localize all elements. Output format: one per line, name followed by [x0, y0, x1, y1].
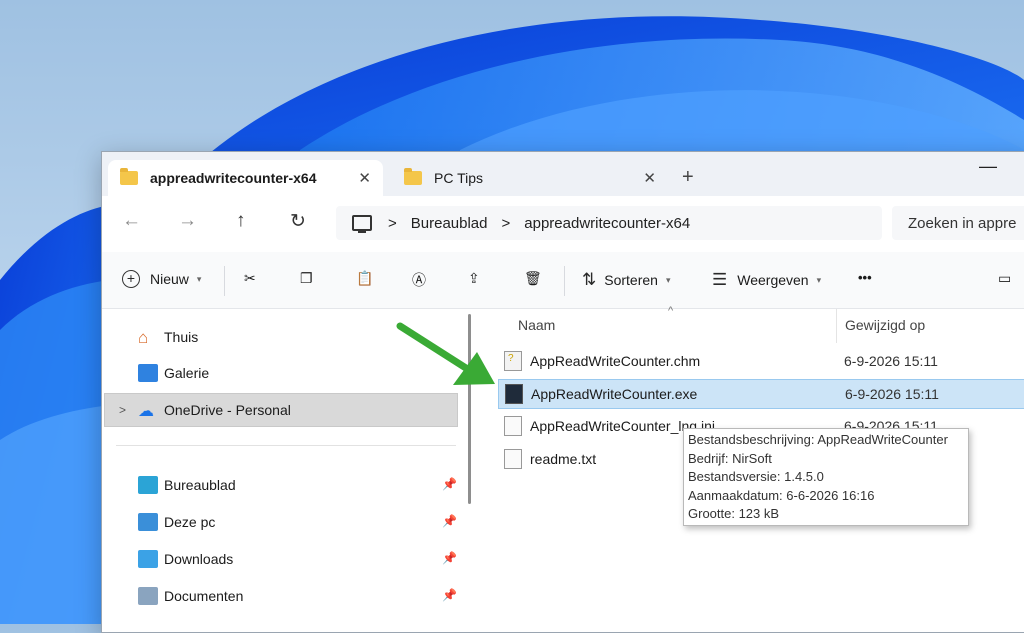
sidebar-item-documents[interactable]: Documenten: [138, 580, 243, 612]
column-header-modified[interactable]: Gewijzigd op: [845, 317, 925, 333]
rename-icon[interactable]: Ⓐ: [412, 270, 426, 290]
onedrive-cloud-icon: ☁: [138, 403, 155, 420]
sidebar-item-label: OneDrive - Personal: [164, 402, 291, 418]
gallery-icon: [138, 364, 158, 382]
new-button[interactable]: + Nieuw ▾: [122, 270, 201, 288]
file-explorer-window: appreadwritecounter-x64 ✕ PC Tips ✕ + — …: [101, 151, 1024, 633]
tooltip-version: Bestandsversie: 1.4.5.0: [688, 469, 824, 484]
folder-icon: [120, 168, 138, 185]
view-list-icon: ☰: [712, 270, 728, 289]
sidebar-item-label: Documenten: [164, 588, 244, 604]
tooltip-description: Bestandsbeschrijving: AppReadWriteCounte…: [688, 432, 948, 447]
breadcrumb-separator: >: [501, 214, 511, 232]
documents-icon: [138, 587, 158, 605]
tooltip-company: Bedrijf: NirSoft: [688, 450, 772, 466]
sidebar-item-label: Bureaublad: [164, 477, 236, 493]
breadcrumb-item[interactable]: appreadwritecounter-x64: [524, 215, 690, 232]
tooltip-size: Grootte: 123 kB: [688, 506, 780, 521]
details-pane-icon[interactable]: ▭: [998, 270, 1011, 287]
sidebar-item-home[interactable]: ⌂ Thuis: [138, 321, 198, 353]
chevron-down-icon: ▾: [665, 274, 671, 285]
sidebar-item-downloads[interactable]: Downloads: [138, 543, 233, 575]
home-icon: ⌂: [138, 328, 149, 347]
address-bar[interactable]: > Bureaublad > appreadwritecounter-x64: [336, 206, 882, 240]
file-name: AppReadWriteCounter.exe: [531, 386, 698, 402]
column-divider[interactable]: [836, 309, 837, 343]
new-label: Nieuw: [150, 271, 189, 287]
new-tab-button[interactable]: +: [682, 166, 694, 189]
toolbar-divider: [564, 266, 565, 296]
file-date: 6-9-2026 15:11: [845, 386, 939, 402]
sidebar-item-desktop[interactable]: Bureaublad: [138, 469, 236, 501]
sidebar-item-label: Downloads: [164, 551, 234, 567]
computer-icon: [352, 215, 372, 233]
sort-caret-icon: ^: [668, 305, 674, 317]
chevron-down-icon: ▾: [816, 274, 822, 285]
sort-button[interactable]: ⇅ Sorteren ▾: [582, 270, 670, 290]
file-info-tooltip: Bestandsbeschrijving: AppReadWriteCounte…: [683, 428, 969, 526]
close-tab-icon[interactable]: ✕: [358, 169, 371, 187]
pin-icon: 📌: [442, 588, 457, 602]
tab-bar: appreadwritecounter-x64 ✕ PC Tips ✕ + —: [102, 152, 1024, 196]
file-name: readme.txt: [530, 451, 597, 467]
more-options-button[interactable]: •••: [858, 270, 872, 285]
search-input[interactable]: Zoeken in appre: [892, 206, 1024, 240]
desktop-icon: [138, 476, 158, 494]
sidebar-item-label: Deze pc: [164, 514, 216, 530]
toolbar-divider: [224, 266, 225, 296]
file-date: 6-9-2026 15:11: [844, 353, 938, 369]
sidebar-item-onedrive[interactable]: > ☁ OneDrive - Personal: [104, 393, 458, 427]
tab-label: appreadwritecounter-x64: [150, 170, 317, 186]
command-bar: + Nieuw ▾ ✂ ❐ 📋 Ⓐ ⇪ 🗑 ⇅ Sorteren ▾ ☰ Wee…: [102, 252, 1024, 309]
tab-label: PC Tips: [434, 170, 484, 186]
chevron-down-icon: ▾: [196, 273, 202, 284]
tab-pc-tips[interactable]: PC Tips ✕: [392, 160, 662, 196]
pin-icon: 📌: [442, 551, 457, 565]
ini-file-icon: [504, 416, 522, 436]
breadcrumb-separator: >: [388, 214, 397, 232]
sidebar-divider: [116, 445, 456, 446]
exe-file-icon: [505, 384, 523, 404]
up-button[interactable]: ↑: [236, 210, 246, 232]
chevron-right-icon[interactable]: >: [119, 403, 126, 417]
tab-appreadwritecounter[interactable]: appreadwritecounter-x64 ✕: [108, 160, 383, 196]
cut-icon[interactable]: ✂: [244, 270, 256, 287]
this-pc-icon: [138, 513, 158, 531]
view-button[interactable]: ☰ Weergeven ▾: [712, 270, 821, 290]
paste-icon[interactable]: 📋: [356, 270, 373, 287]
breadcrumb-item[interactable]: Bureaublad: [411, 215, 488, 232]
sidebar-item-gallery[interactable]: Galerie: [138, 357, 209, 389]
green-arrow-annotation: [396, 322, 495, 385]
sidebar-item-this-pc[interactable]: Deze pc: [138, 506, 215, 538]
minimize-button[interactable]: —: [979, 156, 997, 177]
delete-icon[interactable]: 🗑: [524, 270, 542, 287]
sort-label: Sorteren: [604, 272, 658, 288]
tooltip-created: Aanmaakdatum: 6-6-2026 16:16: [688, 487, 875, 503]
refresh-button[interactable]: ↻: [290, 210, 306, 233]
share-icon[interactable]: ⇪: [468, 270, 480, 287]
pin-icon: 📌: [442, 514, 457, 528]
folder-icon: [404, 168, 422, 185]
navigation-bar: ← → ↑ ↻ > Bureaublad > appreadwritecount…: [102, 196, 1024, 252]
sidebar-item-label: Galerie: [164, 365, 210, 381]
close-tab-icon[interactable]: ✕: [643, 169, 656, 187]
help-file-icon: ?: [504, 351, 522, 371]
text-file-icon: [504, 449, 522, 469]
downloads-folder-icon: [138, 550, 158, 568]
column-header-name[interactable]: Naam: [518, 317, 555, 333]
sidebar-item-label: Thuis: [164, 329, 199, 345]
view-label: Weergeven: [737, 272, 809, 288]
plus-circle-icon: +: [122, 270, 140, 288]
sort-icon: ⇅: [582, 270, 597, 289]
copy-icon[interactable]: ❐: [300, 270, 313, 287]
forward-button[interactable]: →: [178, 210, 197, 232]
file-row-selected[interactable]: AppReadWriteCounter.exe 6-9-2026 15:11: [498, 379, 1024, 409]
back-button[interactable]: ←: [122, 210, 141, 232]
pin-icon: 📌: [442, 477, 457, 491]
file-row[interactable]: ? AppReadWriteCounter.chm 6-9-2026 15:11: [498, 347, 1024, 375]
file-name: AppReadWriteCounter.chm: [530, 353, 701, 369]
